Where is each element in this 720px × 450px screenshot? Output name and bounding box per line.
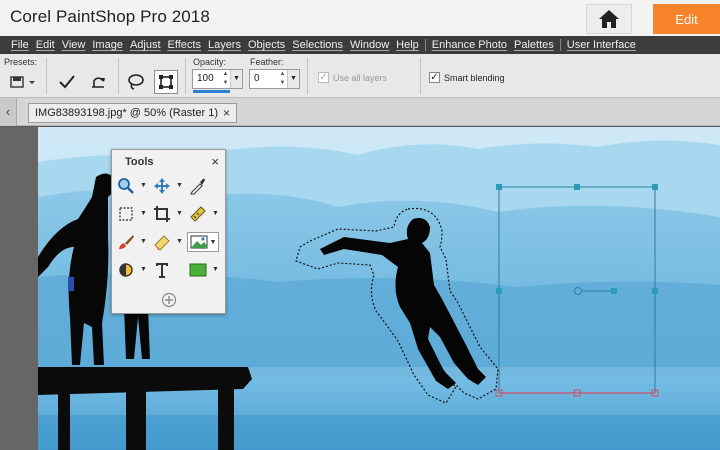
canvas-background [0,127,38,450]
picture-tube-tool[interactable]: ▼ [187,232,219,252]
opacity-value: 100 [197,73,214,84]
menu-divider [559,39,561,51]
add-tool-button[interactable] [158,290,180,310]
divider [118,58,119,94]
edit-workspace-tab[interactable]: Edit [653,4,720,34]
presets-icon [10,76,35,88]
tool-options-bar: Presets: Opacity: 100 ▲ ▼ ▼ Feather: 0 ▲… [0,54,720,98]
smart-blending-checkbox[interactable]: ✓ [429,72,440,83]
divider [307,58,308,94]
rectangle-mode-button[interactable] [154,70,178,94]
eraser-tool[interactable] [151,232,173,252]
home-button[interactable] [586,4,632,34]
opacity-label: Opacity: [193,57,227,67]
selection-icon [119,207,133,221]
menu-window[interactable]: Window [350,39,389,51]
picture-tube-icon [190,235,208,249]
dodge-icon [119,263,133,277]
zoom-icon [118,178,134,194]
menu-effects[interactable]: Effects [168,39,201,51]
menu-image[interactable]: Image [92,39,123,51]
pan-tool[interactable] [151,176,173,196]
paint-brush-icon [119,235,134,249]
menu-user-interface[interactable]: User Interface [567,39,636,51]
paint-brush-tool[interactable] [115,232,137,252]
reset-button[interactable] [86,70,110,94]
divider [420,58,421,94]
crop-icon [154,206,170,222]
menu-bar: File Edit View Image Adjust Effects Laye… [0,36,720,54]
close-document-button[interactable]: × [223,106,230,120]
document-tab[interactable]: IMG83893198.jpg* @ 50% (Raster 1) × [28,103,237,123]
selection-tool[interactable] [115,204,137,224]
app-title: Corel PaintShop Pro 2018 [10,7,210,26]
presets-label: Presets: [4,57,38,67]
checkmark-icon [59,75,75,89]
straighten-tool-flyout-arrow[interactable]: ▼ [212,210,219,217]
pan-icon [154,178,170,194]
menu-palettes[interactable]: Palettes [514,39,554,51]
zoom-tool[interactable] [115,176,137,196]
document-tab-title: IMG83893198.jpg* @ 50% (Raster 1) [35,107,218,119]
paint-brush-flyout-arrow[interactable]: ▼ [140,238,147,245]
zoom-tool-flyout-arrow[interactable]: ▼ [140,182,147,189]
opacity-dropdown-arrow[interactable]: ▼ [230,70,242,88]
presets-dropdown[interactable] [6,70,38,94]
title-bar: Corel PaintShop Pro 2018 Edit [0,0,720,36]
menu-adjust[interactable]: Adjust [130,39,161,51]
tab-scroll-left-button[interactable]: ‹ [0,98,17,126]
divider [46,58,47,94]
smart-blending-label: Smart blending [444,73,505,83]
pan-tool-flyout-arrow[interactable]: ▼ [176,182,183,189]
shape-tool-flyout-arrow[interactable]: ▼ [212,266,219,273]
tools-palette[interactable]: Tools × ▼ ▼ ▼ ▼ ▼ ▼ ▼ ▼ ▼ ▼ [111,149,226,314]
document-tab-bar: ‹ IMG83893198.jpg* @ 50% (Raster 1) × [0,98,720,126]
crop-tool[interactable] [151,204,173,224]
dodge-tool[interactable] [115,260,137,280]
text-icon [156,263,168,278]
use-all-layers-checkbox[interactable]: ✓ [318,72,329,83]
opacity-input[interactable]: 100 ▲ ▼ ▼ [192,69,243,89]
crop-tool-flyout-arrow[interactable]: ▼ [176,210,183,217]
straighten-icon [190,206,206,222]
canvas-area[interactable] [0,127,720,450]
tools-palette-close-button[interactable]: × [211,154,219,169]
apply-button[interactable] [55,70,79,94]
text-tool[interactable] [151,260,173,280]
use-all-layers-label: Use all layers [333,73,388,83]
dropper-tool[interactable] [187,176,209,196]
menu-enhance-photo[interactable]: Enhance Photo [432,39,507,51]
eraser-tool-flyout-arrow[interactable]: ▼ [176,238,183,245]
tools-palette-title: Tools [125,156,154,168]
straighten-tool[interactable] [187,204,209,224]
menu-help[interactable]: Help [396,39,419,51]
opacity-spinner[interactable]: ▲ ▼ [221,70,230,88]
menu-divider [424,39,426,51]
menu-edit[interactable]: Edit [36,39,55,51]
home-icon [599,10,619,28]
lasso-icon [128,74,144,90]
feather-spinner[interactable]: ▲ ▼ [278,70,287,88]
menu-selections[interactable]: Selections [292,39,343,51]
menu-objects[interactable]: Objects [248,39,285,51]
menu-view[interactable]: View [62,39,86,51]
selection-tool-flyout-arrow[interactable]: ▼ [140,210,147,217]
divider [185,58,186,94]
dodge-tool-flyout-arrow[interactable]: ▼ [140,266,147,273]
rectangle-shape-tool[interactable] [187,260,209,280]
feather-value: 0 [254,73,260,84]
dropper-icon [190,178,205,195]
feather-dropdown-arrow[interactable]: ▼ [287,70,299,88]
eraser-icon [154,235,170,251]
menu-layers[interactable]: Layers [208,39,241,51]
feather-label: Feather: [250,57,284,67]
reset-icon [92,77,105,88]
opacity-slider-fill[interactable] [193,90,230,93]
feather-input[interactable]: 0 ▲ ▼ ▼ [249,69,300,89]
rectangle-select-icon [159,75,173,89]
rectangle-shape-icon [189,263,207,277]
add-tool-icon [161,292,177,308]
lasso-mode-button[interactable] [124,70,148,94]
menu-file[interactable]: File [11,39,29,51]
